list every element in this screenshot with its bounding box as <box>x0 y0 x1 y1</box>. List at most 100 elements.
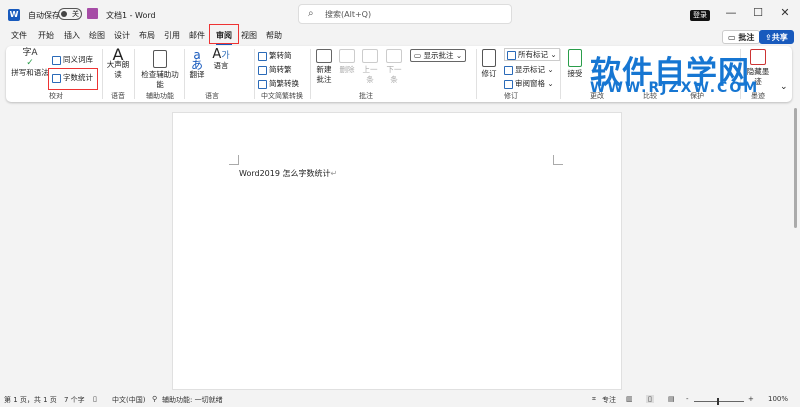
new-comment-icon <box>316 49 332 63</box>
previous-comment-button[interactable]: 上一条 <box>359 49 381 85</box>
spell-label: 拼写和语法 <box>11 68 49 77</box>
tab-mailings[interactable]: 邮件 <box>189 28 205 43</box>
track-changes-icon <box>482 49 496 67</box>
autosave-toggle[interactable]: 关 <box>58 8 82 20</box>
tab-design[interactable]: 设计 <box>114 28 130 43</box>
convert-icon <box>258 79 267 89</box>
read-mode-icon[interactable]: ▥ <box>626 395 633 403</box>
collapse-ribbon-icon[interactable]: ⌄ <box>780 82 788 92</box>
maximize-button[interactable]: ☐ <box>748 6 768 22</box>
tab-home[interactable]: 开始 <box>38 28 54 43</box>
hide-ink-icon <box>750 49 766 65</box>
vertical-scrollbar[interactable] <box>792 104 800 390</box>
spelling-button[interactable]: 字A ✓ 拼写和语法 <box>10 48 50 78</box>
language-status[interactable]: 中文(中国) <box>112 395 145 405</box>
divider <box>254 49 255 99</box>
pane-icon <box>504 79 513 89</box>
accessibility-status-icon: ⚲ <box>152 395 158 403</box>
print-layout-icon[interactable]: ▯ <box>646 395 654 403</box>
divider <box>560 49 561 99</box>
proofing-icon[interactable]: ▯ <box>93 395 97 403</box>
tab-view[interactable]: 视图 <box>241 28 257 43</box>
read-aloud-label: 大声朗读 <box>106 60 130 79</box>
margin-corner <box>229 155 239 165</box>
share-button[interactable]: ⇪共享 <box>759 30 794 44</box>
save-icon[interactable] <box>87 8 98 19</box>
tab-references[interactable]: 引用 <box>164 28 180 43</box>
word-logo-icon: W <box>8 9 20 21</box>
web-layout-icon[interactable]: ▤ <box>668 395 675 403</box>
accept-label: 接受 <box>567 69 583 78</box>
zoom-out-button[interactable]: - <box>686 395 689 403</box>
accessibility-status[interactable]: 辅助功能: 一切就绪 <box>162 395 223 405</box>
document-text[interactable]: Word2019 怎么字数统计↵ <box>239 168 337 179</box>
convert-icon <box>258 65 267 75</box>
divider <box>476 49 477 99</box>
word-count-status[interactable]: 7 个字 <box>64 395 85 405</box>
prev-label: 上一条 <box>362 65 378 84</box>
page-count[interactable]: 第 1 页，共 1 页 <box>4 395 57 405</box>
comments-label: 批注 <box>738 33 755 42</box>
close-button[interactable]: ✕ <box>775 6 795 22</box>
check-accessibility-button[interactable]: 检查辅助功能 <box>138 50 182 90</box>
new-comment-button[interactable]: 新建批注 <box>313 49 335 85</box>
divider <box>102 49 103 99</box>
focus-icon: ⌗ <box>592 395 596 403</box>
language-icon: A가 <box>212 47 230 62</box>
track-changes-button[interactable]: 修订 <box>478 49 500 79</box>
thesaurus-label: 同义词库 <box>63 55 93 64</box>
delete-icon <box>339 49 355 63</box>
show-comments-label: 显示批注 <box>423 51 454 60</box>
show-markup-button[interactable]: 显示标记 ⌄ <box>504 64 554 75</box>
convert-icon <box>258 51 267 61</box>
tab-file[interactable]: 文件 <box>11 28 27 43</box>
tab-layout[interactable]: 布局 <box>139 28 155 43</box>
comments-button[interactable]: ▭ 批注 <box>722 30 761 44</box>
tab-insert[interactable]: 插入 <box>64 28 80 43</box>
language-button[interactable]: A가 语言 <box>210 47 232 71</box>
zoom-slider-thumb[interactable] <box>717 398 719 405</box>
thesaurus-button[interactable]: 同义词库 <box>52 54 93 65</box>
scroll-thumb[interactable] <box>794 108 797 228</box>
zoom-in-button[interactable]: + <box>748 395 754 403</box>
delete-comment-button[interactable]: 删除 <box>337 49 357 75</box>
tab-draw[interactable]: 绘图 <box>89 28 105 43</box>
next-comment-button[interactable]: 下一条 <box>383 49 405 85</box>
simp-to-trad-button[interactable]: 简转繁 <box>258 64 292 75</box>
zoom-level[interactable]: 100% <box>768 395 788 403</box>
conv-label: 简繁转换 <box>269 79 299 88</box>
show-comments-button[interactable]: ▭ 显示批注 ⌄ <box>410 49 467 62</box>
accept-button[interactable]: 接受 <box>564 49 586 79</box>
markup-icon <box>507 50 516 60</box>
search-icon: ⌕ <box>308 8 314 19</box>
ribbon-tabs: 文件 开始 插入 绘图 设计 布局 引用 邮件 审阅 视图 帮助 <box>0 28 800 45</box>
watermark-url: WWW.RJZXW.COM <box>590 80 760 96</box>
divider <box>134 49 135 99</box>
focus-button[interactable]: 专注 <box>602 395 616 405</box>
zoom-slider[interactable] <box>694 398 744 405</box>
language-label: 语言 <box>213 61 229 70</box>
chinese-conversion-button[interactable]: 简繁转换 <box>258 78 299 89</box>
comment-icon: ▭ <box>728 33 739 42</box>
new-comment-label: 新建批注 <box>316 65 332 84</box>
read-aloud-button[interactable]: A 大声朗读 <box>106 47 130 80</box>
tab-help[interactable]: 帮助 <box>266 28 282 43</box>
trad-to-simp-button[interactable]: 繁转简 <box>258 50 292 61</box>
translate-button[interactable]: a あ翻译 <box>186 49 208 80</box>
t2s-label: 繁转简 <box>269 51 292 60</box>
reviewing-pane-button[interactable]: 审阅窗格 ⌄ <box>504 78 554 89</box>
track-label: 修订 <box>481 69 497 78</box>
title-bar: W 自动保存 关 文档1 - Word 搜索(Alt+Q) ⌕ 登录 — ☐ ✕ <box>0 0 800 30</box>
document-page[interactable]: Word2019 怎么字数统计↵ <box>172 112 622 390</box>
book-icon <box>52 55 61 65</box>
minimize-button[interactable]: — <box>721 6 741 22</box>
login-button[interactable]: 登录 <box>690 10 710 21</box>
group-language: 语言 <box>205 92 219 100</box>
group-accessibility: 辅助功能 <box>146 92 174 100</box>
margin-corner <box>553 155 563 165</box>
search-input[interactable]: 搜索(Alt+Q) <box>298 4 512 24</box>
delete-label: 删除 <box>339 65 355 74</box>
s2t-label: 简转繁 <box>269 65 292 74</box>
markup-dropdown[interactable]: 所有标记 ⌄ <box>504 48 560 61</box>
markup-value: 所有标记 <box>518 50 548 59</box>
